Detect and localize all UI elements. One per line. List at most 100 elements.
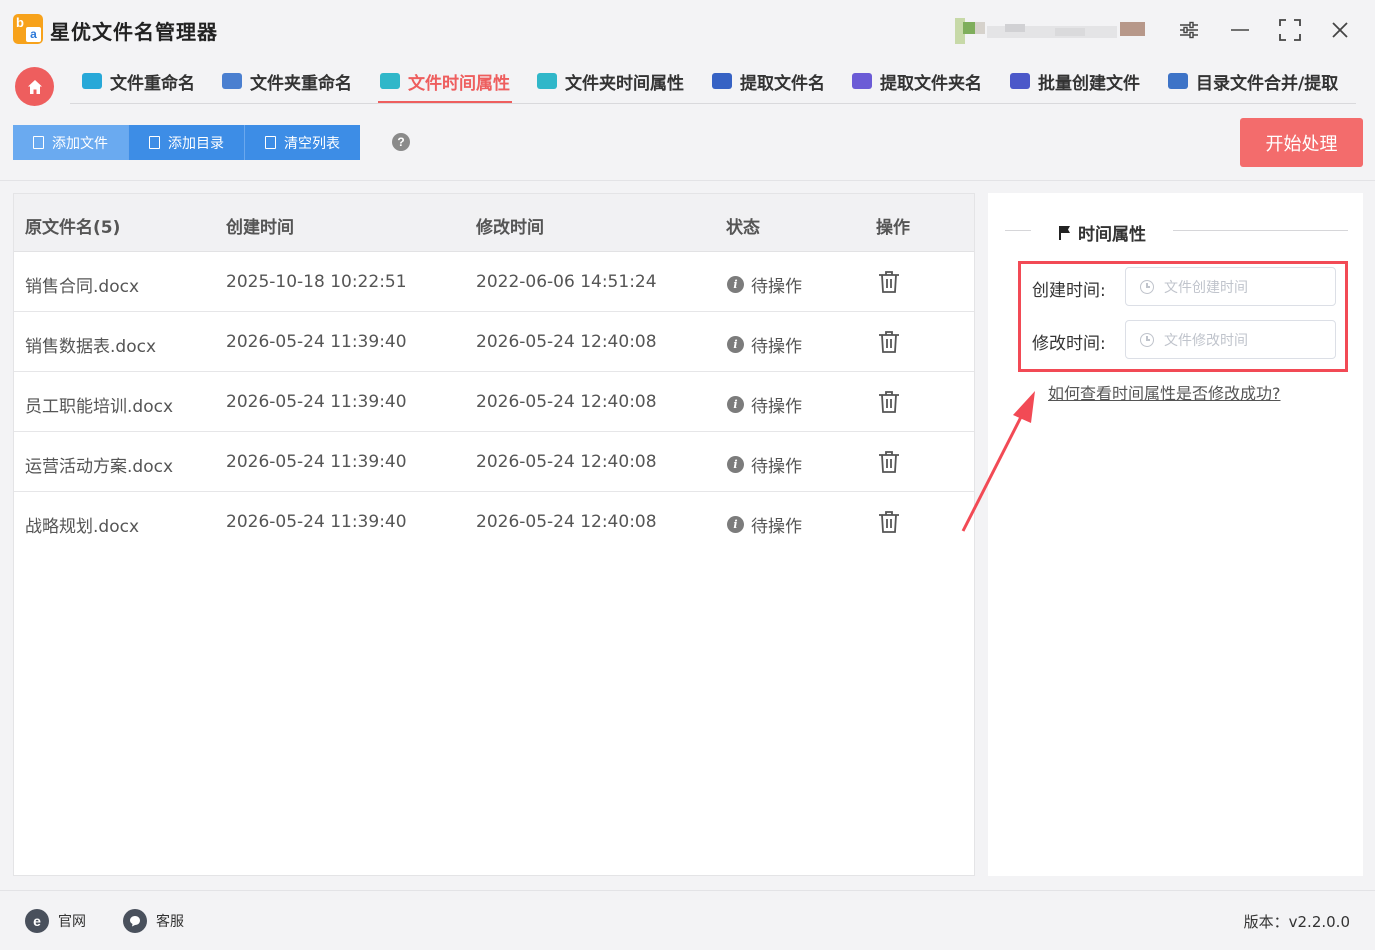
add-file-button[interactable]: 添加文件	[13, 125, 129, 160]
info-icon: i	[727, 336, 744, 353]
table-header: 原文件名(5) 创建时间 修改时间 状态 操作	[14, 194, 974, 252]
extract-filename-icon	[712, 73, 732, 89]
tab-batch-create[interactable]: 批量创建文件	[1010, 69, 1140, 103]
highlight-box	[1018, 261, 1348, 372]
table-row[interactable]: 员工职能培训.docx 2026-05-24 11:39:40 2026-05-…	[14, 372, 974, 432]
settings-icon[interactable]	[1173, 14, 1205, 46]
help-icon[interactable]: ?	[392, 133, 410, 151]
add-file-label: 添加文件	[52, 135, 108, 152]
tab-label: 批量创建文件	[1038, 74, 1140, 94]
document-icon	[149, 136, 160, 149]
tab-label: 文件重命名	[110, 74, 195, 94]
tab-label: 文件时间属性	[408, 74, 510, 94]
extract-foldername-icon	[852, 73, 872, 89]
app-logo-icon: ba	[13, 14, 43, 44]
nav-divider	[70, 103, 1356, 104]
table-row[interactable]: 销售数据表.docx 2026-05-24 11:39:40 2026-05-2…	[14, 312, 974, 372]
info-icon: i	[727, 396, 744, 413]
status-text: 待操作	[751, 397, 802, 417]
cell-filename: 销售数据表.docx	[25, 337, 157, 357]
user-avatar[interactable]	[955, 18, 1150, 44]
title-bar: ba 星优文件名管理器	[0, 0, 1375, 60]
status-text: 待操作	[751, 277, 802, 297]
cell-filename: 销售合同.docx	[25, 277, 140, 297]
cell-modified: 2026-05-24 12:40:08	[476, 452, 657, 472]
minimize-icon[interactable]	[1224, 14, 1256, 46]
main-nav: 文件重命名 文件夹重命名 文件时间属性 文件夹时间属性 提取文件名 提取文件夹名…	[0, 60, 1375, 110]
file-time-icon	[380, 73, 400, 89]
cell-modified: 2022-06-06 14:51:24	[476, 272, 657, 292]
tab-label: 提取文件夹名	[880, 74, 982, 94]
maximize-icon[interactable]	[1274, 14, 1306, 46]
clear-list-button[interactable]: 清空列表	[245, 125, 360, 160]
app-title: 星优文件名管理器	[50, 20, 218, 44]
cell-created: 2026-05-24 11:39:40	[226, 392, 407, 412]
tab-label: 文件夹重命名	[250, 74, 352, 94]
cell-modified: 2026-05-24 12:40:08	[476, 512, 657, 532]
flag-icon	[1059, 225, 1070, 240]
file-table: 原文件名(5) 创建时间 修改时间 状态 操作 销售合同.docx 2025-1…	[13, 193, 975, 876]
table-row[interactable]: 销售合同.docx 2025-10-18 10:22:51 2022-06-06…	[14, 252, 974, 312]
cell-status: i 待操作	[727, 332, 802, 357]
delete-icon[interactable]	[878, 330, 900, 354]
merge-extract-icon	[1168, 73, 1188, 89]
cell-modified: 2026-05-24 12:40:08	[476, 392, 657, 412]
website-link[interactable]: e 官网	[25, 909, 86, 933]
cell-status: i 待操作	[727, 512, 802, 537]
service-label: 客服	[156, 914, 184, 930]
browser-icon: e	[25, 909, 49, 933]
tab-folder-time[interactable]: 文件夹时间属性	[537, 69, 684, 103]
tab-folder-rename[interactable]: 文件夹重命名	[222, 69, 352, 103]
tab-file-time[interactable]: 文件时间属性	[378, 69, 512, 103]
add-directory-button[interactable]: 添加目录	[129, 125, 245, 160]
document-icon	[33, 136, 44, 149]
tab-merge-extract[interactable]: 目录文件合并/提取	[1168, 69, 1338, 103]
cell-filename: 员工职能培训.docx	[25, 397, 174, 417]
panel-title-text: 时间属性	[1078, 225, 1146, 245]
rename-folder-icon	[222, 73, 242, 89]
home-icon[interactable]	[15, 67, 54, 106]
table-body: 销售合同.docx 2025-10-18 10:22:51 2022-06-06…	[14, 252, 974, 552]
status-text: 待操作	[751, 337, 802, 357]
batch-create-icon	[1010, 73, 1030, 89]
rename-file-icon	[82, 73, 102, 89]
tab-extract-filename[interactable]: 提取文件名	[712, 69, 825, 103]
cell-filename: 运营活动方案.docx	[25, 457, 174, 477]
start-processing-button[interactable]: 开始处理	[1240, 118, 1363, 167]
status-text: 待操作	[751, 457, 802, 477]
cell-modified: 2026-05-24 12:40:08	[476, 332, 657, 352]
tab-label: 提取文件名	[740, 74, 825, 94]
header-action: 操作	[876, 218, 910, 238]
tab-label: 目录文件合并/提取	[1196, 74, 1339, 94]
help-link[interactable]: 如何查看时间属性是否修改成功?	[1048, 380, 1281, 404]
toolbar-divider	[0, 180, 1375, 181]
panel-divider-left	[1005, 230, 1031, 231]
cell-created: 2025-10-18 10:22:51	[226, 272, 407, 292]
tab-extract-foldername[interactable]: 提取文件夹名	[852, 69, 982, 103]
header-filename: 原文件名(5)	[25, 218, 121, 238]
panel-divider-right	[1173, 230, 1348, 231]
tab-label: 文件夹时间属性	[565, 74, 684, 94]
cell-created: 2026-05-24 11:39:40	[226, 332, 407, 352]
status-text: 待操作	[751, 517, 802, 537]
info-icon: i	[727, 276, 744, 293]
cell-status: i 待操作	[727, 272, 802, 297]
cell-created: 2026-05-24 11:39:40	[226, 512, 407, 532]
delete-icon[interactable]	[878, 450, 900, 474]
info-icon: i	[727, 456, 744, 473]
delete-icon[interactable]	[878, 270, 900, 294]
customer-service-link[interactable]: 客服	[123, 909, 184, 933]
cell-created: 2026-05-24 11:39:40	[226, 452, 407, 472]
table-row[interactable]: 运营活动方案.docx 2026-05-24 11:39:40 2026-05-…	[14, 432, 974, 492]
cell-status: i 待操作	[727, 452, 802, 477]
annotation-arrow	[961, 391, 1035, 532]
table-row[interactable]: 战略规划.docx 2026-05-24 11:39:40 2026-05-24…	[14, 492, 974, 552]
close-icon[interactable]	[1324, 14, 1356, 46]
tab-file-rename[interactable]: 文件重命名	[82, 69, 195, 103]
cell-status: i 待操作	[727, 392, 802, 417]
clear-list-label: 清空列表	[284, 135, 340, 152]
info-icon: i	[727, 516, 744, 533]
file-toolbar: 添加文件 添加目录 清空列表	[13, 125, 360, 160]
delete-icon[interactable]	[878, 510, 900, 534]
delete-icon[interactable]	[878, 390, 900, 414]
